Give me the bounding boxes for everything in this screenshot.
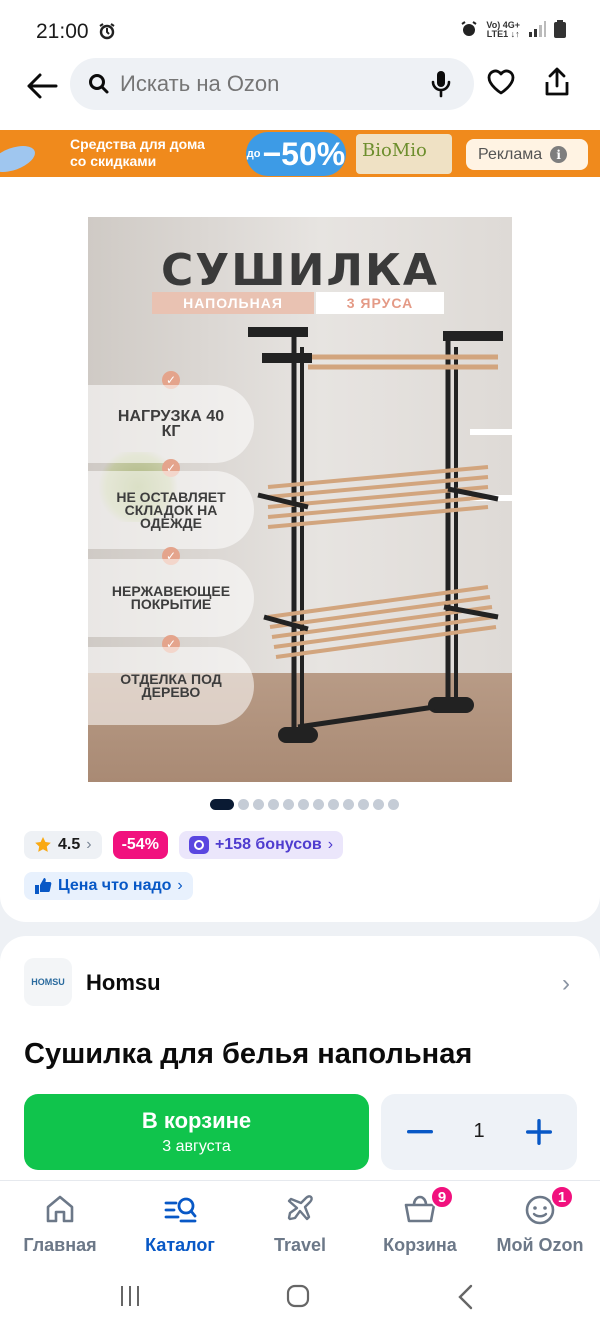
banner-product-image: BioMio <box>356 134 452 174</box>
bottom-tab-bar: Главная Каталог Travel 9 Корзина 1 Мой O… <box>0 1180 600 1260</box>
quantity-stepper: 1 <box>381 1094 577 1170</box>
catalog-search-icon <box>120 1189 240 1229</box>
tab-my-ozon[interactable]: 1 Мой Ozon <box>480 1185 600 1256</box>
banner-text: Средства для дома со скидками <box>70 136 205 169</box>
system-navigation-bar <box>0 1260 600 1332</box>
seller-logo: HOMSU <box>24 958 72 1006</box>
increase-quantity-button[interactable] <box>525 1116 553 1148</box>
product-title: Сушилка для белья напольная <box>24 1038 473 1070</box>
search-input[interactable] <box>120 58 420 110</box>
chevron-right-icon: › <box>562 970 570 997</box>
notification-badge: 1 <box>550 1185 574 1209</box>
recent-apps-button[interactable] <box>118 1284 142 1313</box>
delivery-date: 3 августа <box>162 1138 231 1155</box>
image-title: СУШИЛКА <box>161 245 439 296</box>
rating-chip[interactable]: 4.5 › <box>24 831 102 859</box>
thumbs-up-icon <box>35 878 52 894</box>
info-icon: i <box>550 146 568 163</box>
chevron-left-icon <box>458 1284 473 1310</box>
rating-value: 4.5 <box>58 836 81 853</box>
share-icon <box>545 67 569 96</box>
battery-icon <box>554 20 566 40</box>
minus-icon <box>407 1130 433 1134</box>
carousel-dot[interactable] <box>238 799 249 810</box>
microphone-icon[interactable] <box>430 70 452 103</box>
search-bar[interactable] <box>70 58 474 110</box>
carousel-dot[interactable] <box>373 799 384 810</box>
favorite-button[interactable] <box>486 68 516 101</box>
chevron-right-icon: › <box>86 836 92 853</box>
tab-travel[interactable]: Travel <box>240 1189 360 1256</box>
carousel-dot[interactable] <box>388 799 399 810</box>
ad-banner[interactable]: Средства для дома со скидками до −50% Bio… <box>0 130 600 177</box>
home-circle-icon <box>286 1284 310 1308</box>
signal-icon <box>528 21 546 39</box>
ad-label[interactable]: Реклама i <box>466 139 588 170</box>
tab-home[interactable]: Главная <box>0 1189 120 1256</box>
cart-count-badge: 9 <box>430 1185 454 1209</box>
price-promo-chip[interactable]: Цена что надо › <box>24 872 193 900</box>
plus-icon <box>526 1119 552 1145</box>
profile-smile-icon: 1 <box>480 1185 600 1229</box>
banner-discount: до −50% <box>246 132 346 176</box>
alarm-icon <box>460 20 478 40</box>
seller-name: Homsu <box>86 970 161 995</box>
heart-icon <box>487 69 515 95</box>
star-icon <box>35 837 51 852</box>
carousel-dot[interactable] <box>358 799 369 810</box>
home-icon <box>0 1189 120 1229</box>
carousel-dot[interactable] <box>343 799 354 810</box>
image-feature: НЕ ОСТАВЛЯЕТ СКЛАДОК НА ОДЕЖДЕ <box>88 471 254 549</box>
carousel-dot[interactable] <box>328 799 339 810</box>
carousel-dot[interactable] <box>283 799 294 810</box>
discount-badge: -54% <box>112 831 168 859</box>
image-feature: ОТДЕЛКА ПОД ДЕРЕВО <box>88 647 254 725</box>
carousel-dot[interactable] <box>253 799 264 810</box>
recent-apps-icon <box>121 1286 139 1306</box>
seller-row[interactable]: HOMSU Homsu › <box>24 958 576 1008</box>
image-feature: НЕРЖАВЕЮЩЕЕ ПОКРЫТИЕ <box>88 559 254 637</box>
decrease-quantity-button[interactable] <box>407 1116 433 1148</box>
image-tag-type: НАПОЛЬНАЯ <box>152 292 314 314</box>
carousel-dot[interactable] <box>298 799 309 810</box>
image-feature: НАГРУЗКА 40 КГ <box>88 385 254 463</box>
back-button[interactable] <box>22 66 62 106</box>
search-header <box>0 56 600 130</box>
drying-rack-illustration <box>248 327 503 743</box>
carousel-dot[interactable] <box>313 799 324 810</box>
quantity-value: 1 <box>473 1120 485 1142</box>
arrow-left-icon <box>27 73 58 99</box>
in-cart-button[interactable]: В корзине 3 августа <box>24 1094 369 1170</box>
tab-cart[interactable]: 9 Корзина <box>360 1185 480 1256</box>
cart-action-bar: В корзине 3 августа 1 <box>0 1080 600 1180</box>
search-icon <box>88 73 110 100</box>
chevron-right-icon: › <box>177 877 183 894</box>
share-button[interactable] <box>542 66 572 103</box>
product-image[interactable]: СУШИЛКА НАПОЛЬНАЯ 3 ЯРУСА ✓ НАГРУЗКА 40 … <box>88 217 512 782</box>
network-indicator: Vo) 4G+ LTE1 ↓↑ <box>486 20 520 39</box>
airplane-icon <box>240 1189 360 1229</box>
carousel-indicator[interactable] <box>210 799 399 810</box>
status-bar: 21:00 Vo) 4G+ LTE1 ↓↑ <box>0 0 600 64</box>
alarm-icon <box>98 22 116 45</box>
carousel-dot-active[interactable] <box>210 799 234 810</box>
home-system-button[interactable] <box>286 1284 310 1313</box>
chevron-right-icon: › <box>327 836 334 853</box>
image-tag-tiers: 3 ЯРУСА <box>316 292 444 314</box>
ozon-bonus-icon <box>188 836 209 854</box>
status-time: 21:00 <box>36 20 89 43</box>
basket-icon: 9 <box>360 1185 480 1229</box>
carousel-dot[interactable] <box>268 799 279 810</box>
bonus-chip[interactable]: +158 бонусов › <box>178 831 344 859</box>
product-gallery-card: СУШИЛКА НАПОЛЬНАЯ 3 ЯРУСА ✓ НАГРУЗКА 40 … <box>0 177 600 922</box>
system-back-button[interactable] <box>456 1284 476 1315</box>
tab-catalog[interactable]: Каталог <box>120 1189 240 1256</box>
